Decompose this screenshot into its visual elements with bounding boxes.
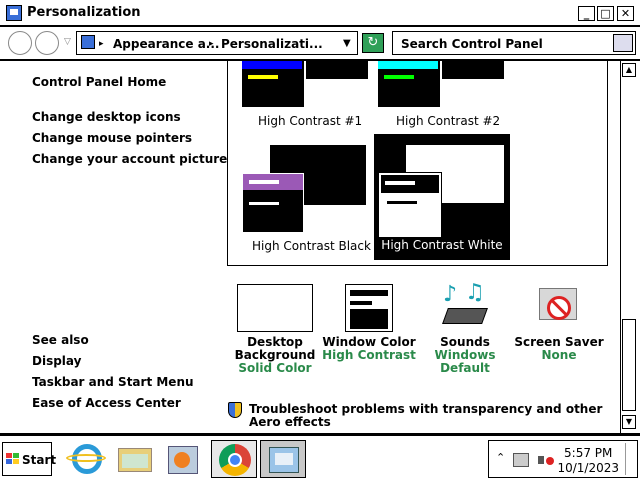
window-color-setting[interactable]: Window Color High Contrast [322,284,416,362]
theme-high-contrast-black[interactable] [242,145,368,235]
navigation-bar: ▽ ▸ Appearance a... ▸ Personalizati... ▼… [0,27,640,60]
theme-preview-text [387,201,417,204]
taskbar: Start ⌃ 5:57 PM 10/1/2023 [0,434,640,480]
start-label: Start [22,453,57,467]
system-tray: ⌃ 5:57 PM 10/1/2023 [488,440,638,478]
theme-label-selected[interactable]: High Contrast White [374,238,510,252]
main-content: Control Panel Home Change desktop icons … [0,61,640,433]
breadcrumb-appearance[interactable]: Appearance a... [113,37,219,51]
sounds-icon[interactable]: ♪ ♫ [441,280,489,332]
personalization-app-icon [6,5,22,21]
theme-high-contrast-white[interactable]: High Contrast White [374,134,510,260]
ease-of-access-link[interactable]: Ease of Access Center [32,396,181,410]
clock-date: 10/1/2023 [557,461,619,475]
theme-high-contrast-1[interactable] [242,61,368,111]
desktop-background-icon[interactable] [237,284,313,332]
media-player-icon[interactable] [160,440,206,478]
scrollbar-thumb[interactable] [622,319,636,411]
display-link[interactable]: Display [32,354,81,368]
control-panel-icon [81,35,95,49]
theme-preview-window [378,61,440,107]
scroll-down-arrow-icon[interactable]: ▼ [622,415,636,429]
minimize-button[interactable]: _ [578,6,595,21]
window-color-value[interactable]: High Contrast [322,349,416,362]
forward-button[interactable] [35,31,59,55]
control-panel-home-link[interactable]: Control Panel Home [32,75,166,89]
start-button[interactable]: Start [2,442,56,476]
screen-saver-icon[interactable] [535,284,583,332]
theme-preview-background [306,61,368,79]
taskbar-start-menu-link[interactable]: Taskbar and Start Menu [32,375,194,389]
theme-preview-window [242,173,304,233]
clock-time: 5:57 PM [564,446,613,460]
theme-preview-text [249,202,279,205]
refresh-icon[interactable]: ↻ [362,33,384,53]
recent-pages-chevron-icon[interactable]: ▽ [64,37,71,47]
theme-preview-title-text [249,180,279,184]
desktop-background-value[interactable]: Solid Color [230,362,320,375]
show-hidden-icons-chevron-icon[interactable]: ⌃ [496,451,505,464]
theme-label[interactable]: High Contrast #1 [258,114,362,128]
control-panel-taskbar-icon[interactable] [260,440,306,478]
desktop-background-setting[interactable]: Desktop Background Solid Color [230,284,320,375]
theme-preview-title-text [385,181,415,185]
breadcrumb-personalization[interactable]: Personalizati... [221,37,323,51]
network-icon[interactable] [513,453,529,467]
theme-preview-titlebar [378,61,438,69]
chrome-icon[interactable] [211,440,257,478]
theme-preview-text [248,75,278,79]
clock[interactable]: 5:57 PM 10/1/2023 [557,446,619,476]
theme-preview-window [378,172,442,238]
vertical-scrollbar[interactable]: ▲ ▼ [620,61,636,433]
theme-high-contrast-2[interactable] [378,61,504,111]
search-placeholder: Search Control Panel [401,37,543,51]
search-icon[interactable] [613,34,633,52]
theme-label[interactable]: High Contrast Black [252,239,371,253]
volume-muted-icon[interactable] [538,453,554,467]
maximize-button[interactable]: □ [597,6,614,21]
troubleshoot-link[interactable]: Troubleshoot problems with transparency … [249,403,609,429]
theme-label[interactable]: High Contrast #2 [396,114,500,128]
screen-saver-value[interactable]: None [514,349,604,362]
breadcrumb-chevron-icon[interactable]: ▸ [99,39,104,49]
sounds-value[interactable]: Windows Default [420,349,510,375]
address-bar[interactable]: ▸ Appearance a... ▸ Personalizati... ▼ [76,31,358,55]
see-also-heading: See also [32,333,89,347]
desktop-background-title[interactable]: Desktop Background [220,336,330,362]
theme-preview-titlebar [242,61,302,69]
scroll-up-arrow-icon[interactable]: ▲ [622,63,636,77]
breadcrumb-chevron-icon[interactable]: ▸ [209,39,214,49]
address-dropdown-icon[interactable]: ▼ [343,38,351,49]
theme-gallery: High Contrast #1 High Contrast #2 High C… [227,61,608,266]
change-account-picture-link[interactable]: Change your account picture [32,152,227,166]
windows-explorer-icon[interactable] [112,440,158,478]
back-button[interactable] [8,31,32,55]
windows-flag-icon [6,453,19,464]
title-bar: Personalization _ □ ✕ [0,0,640,26]
window-color-icon[interactable] [345,284,393,332]
show-desktop-button[interactable] [625,443,635,475]
window-title: Personalization [27,5,141,20]
change-desktop-icons-link[interactable]: Change desktop icons [32,110,181,124]
screen-saver-setting[interactable]: Screen Saver None [514,284,604,362]
theme-preview-text [384,75,414,79]
change-mouse-pointers-link[interactable]: Change mouse pointers [32,131,192,145]
sounds-setting[interactable]: ♪ ♫ Sounds Windows Default [420,280,510,375]
shield-icon [228,402,244,418]
theme-preview-window [242,61,304,107]
internet-explorer-icon[interactable] [64,440,110,478]
search-input[interactable]: Search Control Panel [392,31,636,55]
theme-preview-background [442,61,504,79]
close-button[interactable]: ✕ [617,6,634,21]
